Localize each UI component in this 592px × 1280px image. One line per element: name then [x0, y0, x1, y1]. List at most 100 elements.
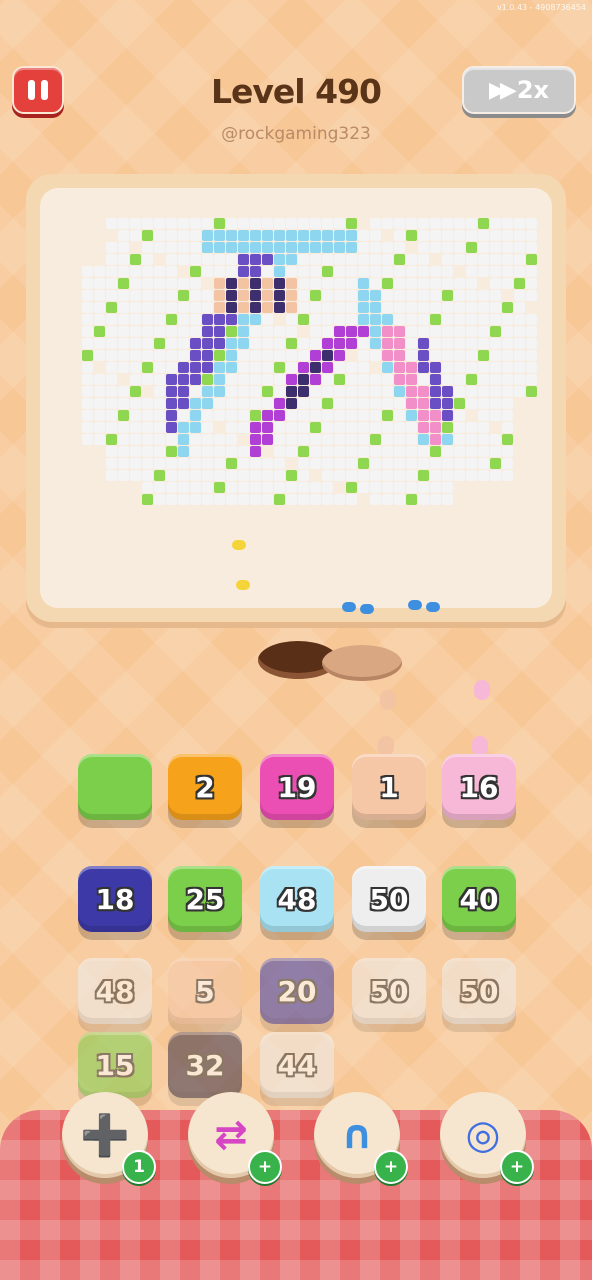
- pixel-cube: [526, 230, 537, 241]
- block-tile-2[interactable]: 19: [260, 754, 334, 820]
- pixel-cube: [514, 302, 525, 313]
- pixel-cube: [106, 458, 117, 469]
- block-tile-4[interactable]: 16: [442, 754, 516, 820]
- pixel-cube: [454, 422, 465, 433]
- pixel-cube: [130, 410, 141, 421]
- pixel-cube: [142, 338, 153, 349]
- block-tile-3[interactable]: 1: [352, 754, 426, 820]
- pixel-cube: [430, 314, 441, 325]
- pixel-cube: [430, 230, 441, 241]
- pixel-cube: [418, 470, 429, 481]
- pixel-cube: [298, 230, 309, 241]
- block-tile-0[interactable]: [78, 754, 152, 820]
- block-tile-9[interactable]: 40: [442, 866, 516, 932]
- pixel-cube: [382, 302, 393, 313]
- pixel-cube: [178, 290, 189, 301]
- pixel-cube: [190, 410, 201, 421]
- add-slot-booster-button[interactable]: ➕ 1: [62, 1092, 156, 1184]
- block-tile-6[interactable]: 25: [168, 866, 242, 932]
- pixel-cube: [142, 422, 153, 433]
- pixel-cube: [334, 302, 345, 313]
- pixel-cube: [334, 314, 345, 325]
- pixel-cube: [358, 434, 369, 445]
- speed-toggle-button[interactable]: ▶▶ 2x: [462, 66, 576, 114]
- block-tile-11[interactable]: 5: [168, 958, 242, 1024]
- pixel-cube: [106, 314, 117, 325]
- pixel-cube: [178, 230, 189, 241]
- pixel-cube: [370, 422, 381, 433]
- pixel-cube: [118, 386, 129, 397]
- block-tile-7[interactable]: 48: [260, 866, 334, 932]
- pixel-cube: [238, 266, 249, 277]
- pixel-cube: [418, 302, 429, 313]
- block-tile-14[interactable]: 50: [442, 958, 516, 1024]
- pixel-cube: [526, 374, 537, 385]
- block-tile-10[interactable]: 48: [78, 958, 152, 1024]
- pixel-cube: [178, 446, 189, 457]
- pixel-cube: [346, 470, 357, 481]
- block-tile-13[interactable]: 50: [352, 958, 426, 1024]
- pixel-cube: [454, 314, 465, 325]
- pixel-cube: [226, 242, 237, 253]
- magnet-booster-badge: +: [374, 1150, 408, 1184]
- pixel-cube: [214, 350, 225, 361]
- pixel-cube: [526, 386, 537, 397]
- pixel-cube: [274, 410, 285, 421]
- pixel-cube: [274, 242, 285, 253]
- pixel-cube: [466, 314, 477, 325]
- pixel-cube: [394, 266, 405, 277]
- pixel-cube: [346, 434, 357, 445]
- pixel-cube: [466, 290, 477, 301]
- block-tile-16[interactable]: 32: [168, 1032, 242, 1098]
- pixel-cube: [406, 302, 417, 313]
- pixel-cube: [238, 242, 249, 253]
- pixel-cube: [286, 410, 297, 421]
- pixel-cube: [322, 410, 333, 421]
- pixel-cube: [454, 386, 465, 397]
- pixel-cube: [394, 314, 405, 325]
- pixel-cube: [250, 254, 261, 265]
- pixel-cube: [502, 386, 513, 397]
- pixel-cube: [274, 494, 285, 505]
- pixel-cube: [394, 434, 405, 445]
- pixel-cube: [118, 278, 129, 289]
- pixel-cube: [238, 314, 249, 325]
- pixel-cube: [250, 482, 261, 493]
- block-tile-15[interactable]: 15: [78, 1032, 152, 1098]
- pixel-cube: [514, 338, 525, 349]
- block-tile-1[interactable]: 2: [168, 754, 242, 820]
- pixel-cube: [190, 338, 201, 349]
- pixel-cube: [490, 362, 501, 373]
- pixel-cube: [430, 278, 441, 289]
- pixel-cube: [190, 422, 201, 433]
- pixel-cube: [526, 350, 537, 361]
- pixel-cube: [262, 458, 273, 469]
- pixel-cube: [490, 242, 501, 253]
- swap-booster-button[interactable]: ⇄ +: [188, 1092, 282, 1184]
- block-tile-8[interactable]: 50: [352, 866, 426, 932]
- pixel-cube: [178, 314, 189, 325]
- pixel-cube: [298, 290, 309, 301]
- pixel-cube: [490, 254, 501, 265]
- pixel-cube: [106, 278, 117, 289]
- block-tile-5[interactable]: 18: [78, 866, 152, 932]
- pixel-cube: [502, 326, 513, 337]
- pixel-cube: [166, 278, 177, 289]
- pixel-cube: [442, 326, 453, 337]
- pixel-cube: [286, 266, 297, 277]
- pixel-cube: [370, 266, 381, 277]
- pixel-cube: [406, 266, 417, 277]
- pixel-cube: [94, 278, 105, 289]
- pixel-cube: [442, 434, 453, 445]
- magnet-booster-button[interactable]: ∩ +: [314, 1092, 408, 1184]
- add-slot-booster-badge: 1: [122, 1150, 156, 1184]
- pixel-cube: [190, 278, 201, 289]
- pixel-cube: [430, 266, 441, 277]
- block-tile-17[interactable]: 44: [260, 1032, 334, 1098]
- shuffle-booster-button[interactable]: ◎ +: [440, 1092, 534, 1184]
- pixel-cube: [358, 302, 369, 313]
- pixel-cube: [106, 398, 117, 409]
- pixel-cube: [418, 422, 429, 433]
- pixel-cube: [94, 410, 105, 421]
- block-tile-12[interactable]: 20: [260, 958, 334, 1024]
